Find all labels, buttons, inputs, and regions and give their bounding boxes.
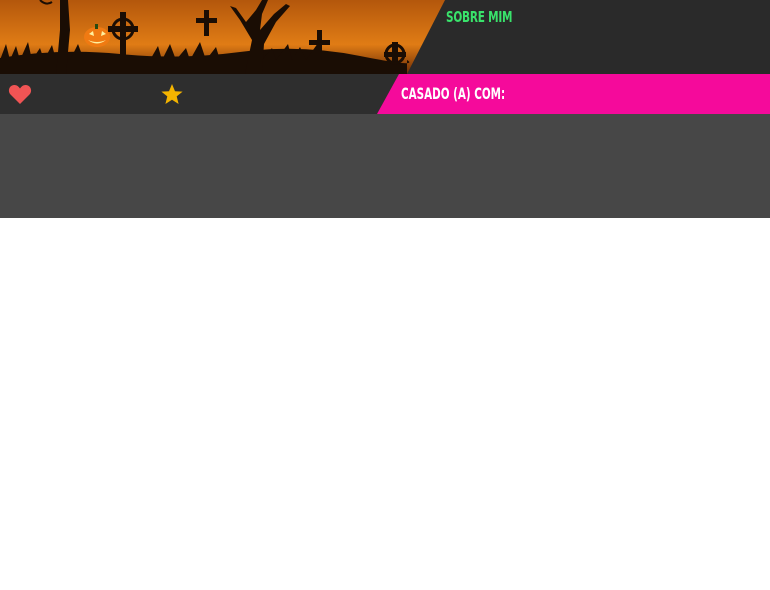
- halloween-banner-image: [0, 0, 445, 74]
- star-icon[interactable]: [160, 83, 184, 105]
- profile-card: SOBRE MIM CASADO (A) COM:: [0, 0, 770, 218]
- about-me-heading: SOBRE MIM: [446, 8, 513, 26]
- heart-icon[interactable]: [8, 83, 32, 105]
- profile-header: SOBRE MIM: [0, 0, 770, 74]
- married-to-label: CASADO (A) COM:: [401, 84, 506, 103]
- profile-content-area: [0, 114, 770, 218]
